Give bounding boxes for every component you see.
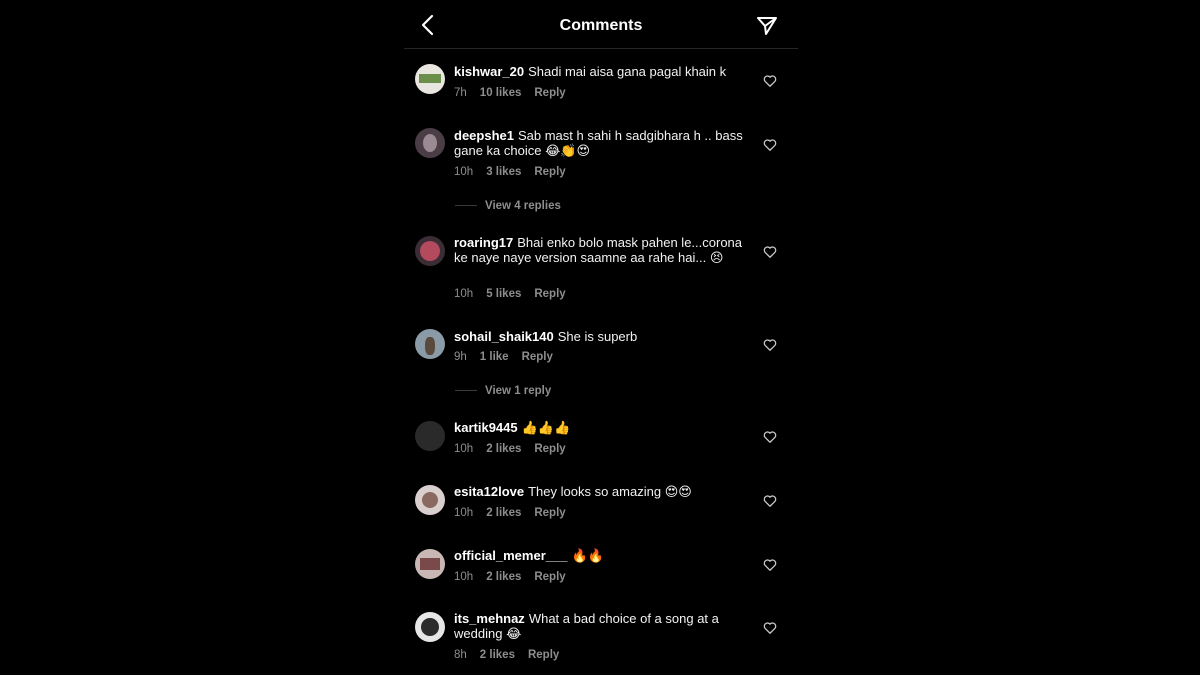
comment-likes[interactable]: 2 likes [486, 571, 521, 583]
comment-likes[interactable]: 5 likes [486, 288, 521, 300]
comment-meta: 10h 3 likes Reply [454, 166, 579, 178]
comment-likes[interactable]: 2 likes [486, 507, 521, 519]
avatar[interactable] [415, 485, 445, 515]
comment-meta: 10h 5 likes Reply [454, 288, 579, 300]
send-icon[interactable] [755, 14, 779, 38]
reply-button[interactable]: Reply [534, 571, 565, 583]
comment-username[interactable]: roaring17 [454, 235, 513, 250]
avatar[interactable] [415, 128, 445, 158]
comment-meta: 8h 2 likes Reply [454, 649, 572, 661]
heart-icon[interactable] [763, 74, 777, 88]
comment-username[interactable]: sohail_shaik140 [454, 329, 554, 344]
comment-time: 10h [454, 571, 474, 583]
comment-meta: 7h 10 likes Reply [454, 87, 579, 99]
comment-username[interactable]: esita12love [454, 484, 524, 499]
comment-likes[interactable]: 2 likes [480, 649, 515, 661]
avatar[interactable] [415, 64, 445, 94]
comments-screen: Comments kishwar_20 Shadi mai aisa gana p… [404, 0, 798, 675]
comment-time: 10h [454, 507, 474, 519]
heart-icon[interactable] [763, 138, 777, 152]
heart-icon[interactable] [763, 245, 777, 259]
comment-username[interactable]: its_mehnaz [454, 611, 525, 626]
comment-meta: 10h 2 likes Reply [454, 571, 579, 583]
reply-button[interactable]: Reply [534, 443, 565, 455]
replies-divider-line [455, 390, 477, 392]
comment-emoji: 😍😍 [664, 484, 692, 499]
comment-time: 8h [454, 649, 467, 661]
comment-emoji: 😂 [506, 626, 522, 641]
comment-likes[interactable]: 2 likes [486, 443, 521, 455]
comment-username[interactable]: deepshe1 [454, 128, 514, 143]
comment-likes[interactable]: 10 likes [480, 87, 522, 99]
avatar[interactable] [415, 421, 445, 451]
comment-time: 7h [454, 87, 467, 99]
comment-likes[interactable]: 1 like [480, 351, 509, 363]
comment-meta: 9h 1 like Reply [454, 351, 566, 363]
comment-emoji: 😣 [709, 250, 724, 265]
avatar[interactable] [415, 612, 445, 642]
avatar[interactable] [415, 549, 445, 579]
avatar[interactable] [415, 329, 445, 359]
heart-icon[interactable] [763, 621, 777, 635]
comment-time: 10h [454, 288, 474, 300]
comment-emoji: 👍👍👍 [521, 420, 571, 435]
comment-emoji: 🔥🔥 [571, 548, 604, 563]
comment-text: Shadi mai aisa gana pagal khain k [528, 64, 727, 79]
heart-icon[interactable] [763, 338, 777, 352]
avatar[interactable] [415, 236, 445, 266]
comment-username[interactable]: kishwar_20 [454, 64, 524, 79]
page-title: Comments [559, 17, 643, 34]
header: Comments [404, 0, 798, 49]
heart-icon[interactable] [763, 430, 777, 444]
reply-button[interactable]: Reply [534, 288, 565, 300]
comment-username[interactable]: kartik9445 [454, 420, 518, 435]
reply-button[interactable]: Reply [522, 351, 553, 363]
comment-username[interactable]: official_memer___ [454, 548, 567, 563]
comment-meta: 10h 2 likes Reply [454, 443, 579, 455]
comment-meta: 10h 2 likes Reply [454, 507, 579, 519]
heart-icon[interactable] [763, 494, 777, 508]
comment-time: 9h [454, 351, 467, 363]
view-replies-label: View 1 reply [485, 385, 552, 397]
reply-button[interactable]: Reply [534, 166, 565, 178]
comment-time: 10h [454, 443, 474, 455]
reply-button[interactable]: Reply [534, 87, 565, 99]
comment-likes[interactable]: 3 likes [486, 166, 521, 178]
view-replies-button[interactable]: View 1 reply [455, 385, 551, 397]
heart-icon[interactable] [763, 558, 777, 572]
view-replies-button[interactable]: View 4 replies [455, 200, 561, 212]
reply-button[interactable]: Reply [528, 649, 559, 661]
comment-text: They looks so amazing [528, 484, 662, 499]
reply-button[interactable]: Reply [534, 507, 565, 519]
comment-time: 10h [454, 166, 474, 178]
comment-emoji: 😂👏😍 [545, 143, 591, 158]
replies-divider-line [455, 205, 477, 207]
view-replies-label: View 4 replies [485, 200, 561, 212]
comment-text: She is superb [557, 329, 638, 344]
